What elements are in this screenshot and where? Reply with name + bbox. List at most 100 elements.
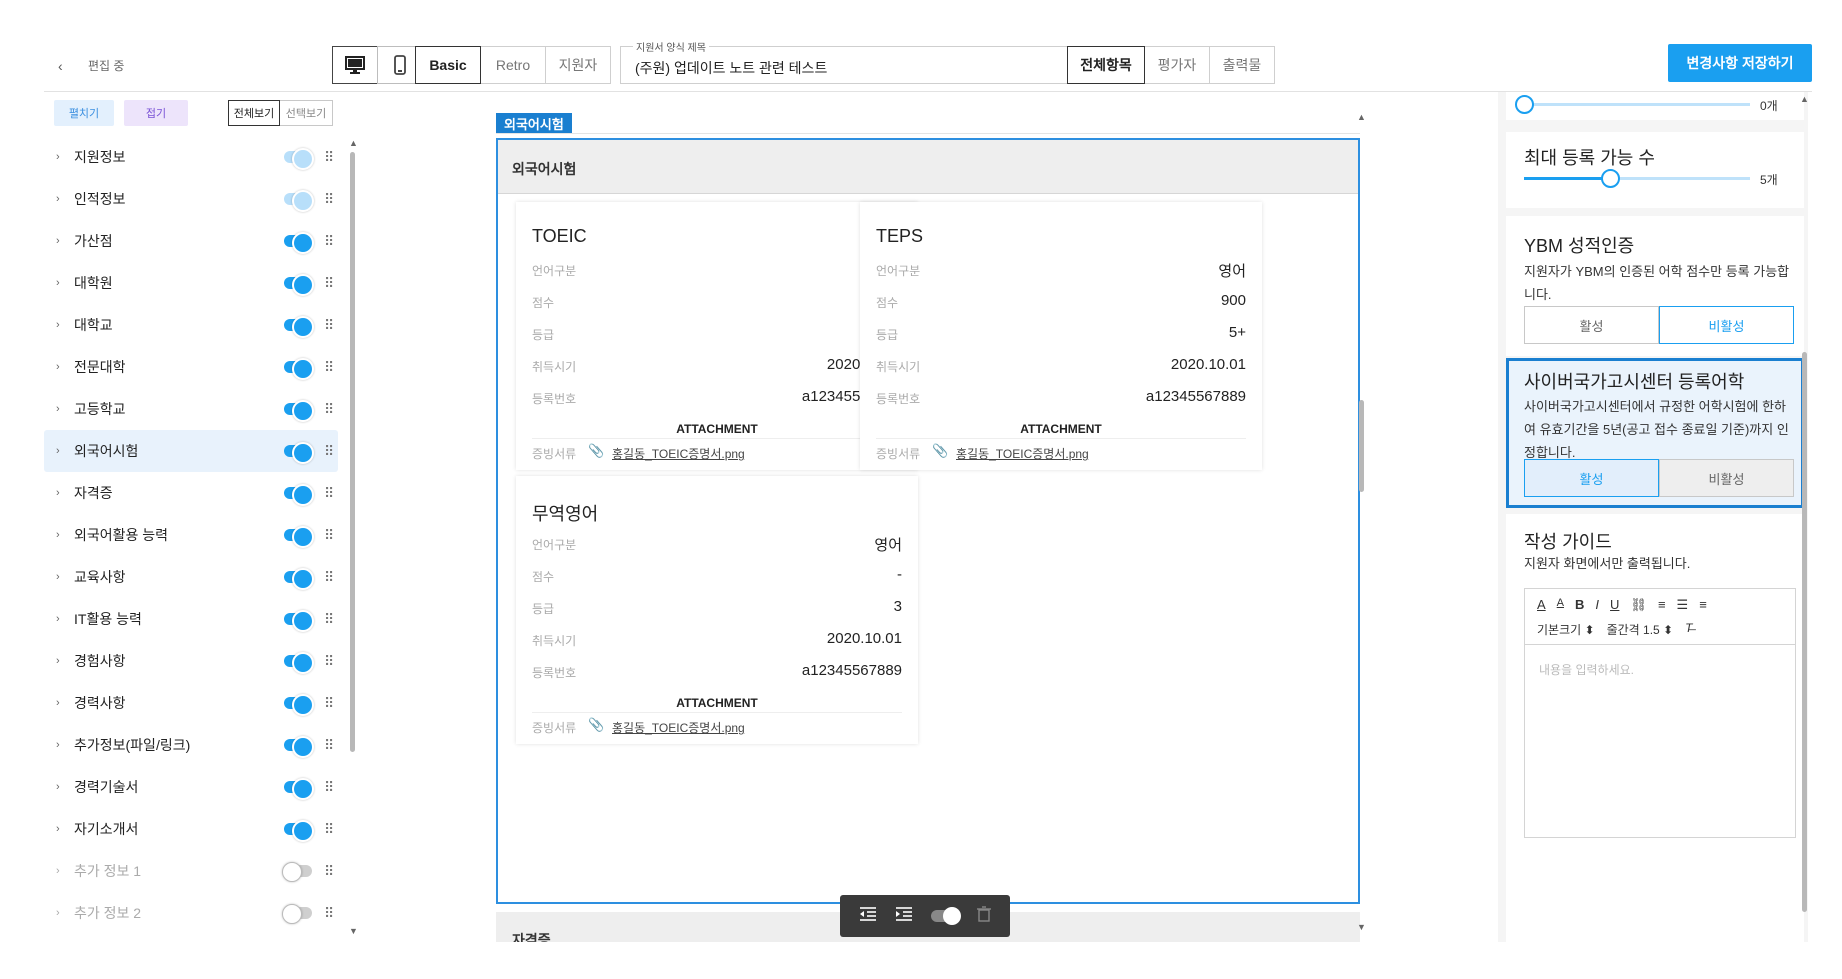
scroll-down-icon[interactable]: ▼ (1357, 922, 1366, 932)
chevron-right-icon[interactable]: › (56, 613, 60, 625)
drag-handle-icon[interactable]: ⠿ (324, 275, 334, 292)
sidebar-item[interactable]: › 자기소개서 ⠿ (44, 808, 338, 850)
sidebar-item[interactable]: › 대학원 ⠿ (44, 262, 338, 304)
sidebar-item[interactable]: › 가산점 ⠿ (44, 220, 338, 262)
visibility-toggle[interactable] (284, 694, 314, 716)
drag-handle-icon[interactable]: ⠿ (324, 443, 334, 460)
visibility-toggle[interactable] (282, 862, 312, 882)
guide-editor[interactable]: A A B I U ⛓ ≡ ☰ ≡ 기본크기 ⬍ 줄간격 1.5 ⬍ T̶ 내용… (1524, 588, 1796, 838)
bold-icon[interactable]: B (1575, 597, 1584, 613)
chevron-right-icon[interactable]: › (56, 907, 60, 919)
drag-handle-icon[interactable]: ⠿ (324, 485, 334, 502)
attachment-file-link[interactable]: 홍길동_TOEIC증명서.png (612, 445, 745, 462)
visibility-toggle[interactable] (282, 904, 312, 924)
sidebar-item[interactable]: › 경력사항 ⠿ (44, 682, 338, 724)
clear-format-icon[interactable]: T̶ (1685, 621, 1692, 638)
sidebar-item[interactable]: › 대학교 ⠿ (44, 304, 338, 346)
drag-handle-icon[interactable]: ⠿ (324, 653, 334, 670)
chevron-right-icon[interactable]: › (56, 697, 60, 709)
scroll-up-icon[interactable]: ▲ (349, 138, 358, 148)
expand-all-button[interactable]: 펼치기 (54, 100, 114, 126)
drag-handle-icon[interactable]: ⠿ (324, 695, 334, 712)
chevron-right-icon[interactable]: › (56, 865, 60, 877)
chevron-right-icon[interactable]: › (56, 403, 60, 415)
center-scroll-thumb[interactable] (1359, 400, 1364, 492)
exam-card[interactable]: 무역영어 언어구분 영어 점수 - 등급 3 취득시기 2020.10.01 등록번호 a12345… (516, 476, 918, 744)
view-all-button[interactable]: 전체보기 (228, 100, 280, 126)
sidebar-item[interactable]: › 인적정보 ⠿ (44, 178, 338, 220)
ybm-on-button[interactable]: 활성 (1524, 306, 1659, 344)
visibility-toggle[interactable] (284, 568, 314, 590)
drag-handle-icon[interactable]: ⠿ (324, 149, 334, 166)
sidebar-scroll-thumb[interactable] (350, 152, 355, 752)
editor-placeholder[interactable]: 내용을 입력하세요. (1539, 661, 1634, 678)
chevron-right-icon[interactable]: › (56, 781, 60, 793)
cyber-off-button[interactable]: 비활성 (1659, 459, 1794, 497)
drag-handle-icon[interactable]: ⠿ (324, 233, 334, 250)
visibility-toggle[interactable] (284, 316, 314, 338)
chevron-right-icon[interactable]: › (56, 277, 60, 289)
chevron-right-icon[interactable]: › (56, 571, 60, 583)
visibility-toggle[interactable] (284, 190, 314, 212)
min-count-slider[interactable] (1515, 95, 1750, 114)
indent-decrease-icon[interactable] (859, 906, 877, 927)
visibility-toggle[interactable] (284, 148, 314, 170)
visibility-toggle[interactable] (284, 484, 314, 506)
sidebar-item[interactable]: › 경력기술서 ⠿ (44, 766, 338, 808)
drag-handle-icon[interactable]: ⠿ (324, 905, 334, 922)
drag-handle-icon[interactable]: ⠿ (324, 401, 334, 418)
visibility-toggle[interactable] (284, 274, 314, 296)
attachment-file-link[interactable]: 홍길동_TOEIC증명서.png (956, 445, 1089, 462)
view-all-items[interactable]: 전체항목 (1067, 46, 1145, 84)
sidebar-item[interactable]: › 자격증 ⠿ (44, 472, 338, 514)
sidebar-scrollbar[interactable]: ▲ ▼ (349, 138, 358, 936)
font-size-select[interactable]: 기본크기 ⬍ (1537, 621, 1595, 638)
visibility-toggle-icon[interactable] (931, 907, 961, 925)
visibility-toggle[interactable] (284, 526, 314, 548)
exam-card[interactable]: TOEIC 언어구분영어점수900 등급- 취득시기2020.10.01 등록번호a12… (516, 202, 918, 470)
chevron-right-icon[interactable]: › (56, 823, 60, 835)
ordered-list-icon[interactable]: ≡ (1658, 597, 1666, 613)
drag-handle-icon[interactable]: ⠿ (324, 863, 334, 880)
chevron-right-icon[interactable]: › (56, 193, 60, 205)
template-basic[interactable]: Basic (415, 46, 481, 84)
view-output[interactable]: 출력물 (1209, 46, 1275, 84)
template-retro[interactable]: Retro (480, 46, 546, 84)
chevron-right-icon[interactable]: › (56, 487, 60, 499)
visibility-toggle[interactable] (284, 736, 314, 758)
scroll-down-icon[interactable]: ▼ (349, 926, 358, 936)
sidebar-item[interactable]: › 추가 정보 1 ⠿ (44, 850, 338, 892)
font-color-icon[interactable]: A (1537, 597, 1546, 613)
chevron-left-icon[interactable]: ‹ (58, 58, 72, 74)
drag-handle-icon[interactable]: ⠿ (324, 317, 334, 334)
collapse-all-button[interactable]: 접기 (124, 100, 188, 126)
cyber-on-button[interactable]: 활성 (1524, 459, 1659, 497)
settings-scrollbar[interactable]: ▲ (1800, 92, 1809, 942)
sidebar-item[interactable]: › 추가 정보 2 ⠿ (44, 892, 338, 934)
drag-handle-icon[interactable]: ⠿ (324, 527, 334, 544)
scroll-up-icon[interactable]: ▲ (1800, 94, 1809, 104)
section-panel[interactable]: 외국어시험 TOEIC언어구분영어점수900등급-취득시기2020.10.01등… (496, 138, 1360, 904)
highlight-icon[interactable]: A (1557, 597, 1564, 613)
view-evaluator[interactable]: 평가자 (1144, 46, 1210, 84)
chevron-right-icon[interactable]: › (56, 739, 60, 751)
section-tag[interactable]: 외국어시험 (496, 113, 572, 134)
align-icon[interactable]: ≡ (1699, 597, 1707, 613)
drag-handle-icon[interactable]: ⠿ (324, 611, 334, 628)
attachment-file-link[interactable]: 홍길동_TOEIC증명서.png (612, 719, 745, 736)
save-changes-button[interactable]: 변경사항 저장하기 (1668, 44, 1812, 82)
chevron-right-icon[interactable]: › (56, 529, 60, 541)
drag-handle-icon[interactable]: ⠿ (324, 821, 334, 838)
form-title-input[interactable]: (주원) 업데이트 노트 관련 테스트 (635, 58, 827, 78)
sidebar-item[interactable]: › 고등학교 ⠿ (44, 388, 338, 430)
view-selected-button[interactable]: 선택보기 (279, 100, 333, 126)
visibility-toggle[interactable] (284, 610, 314, 632)
drag-handle-icon[interactable]: ⠿ (324, 569, 334, 586)
bullet-list-icon[interactable]: ☰ (1677, 597, 1689, 613)
drag-handle-icon[interactable]: ⠿ (324, 191, 334, 208)
line-height-select[interactable]: 줄간격 1.5 ⬍ (1607, 621, 1674, 638)
visibility-toggle[interactable] (284, 358, 314, 380)
sidebar-item[interactable]: › 외국어시험 ⠿ (44, 430, 338, 472)
exam-card[interactable]: TEPS 언어구분 영어 점수 900 등급 5+ 취득시기 2020.10.01 등록번호 a12… (860, 202, 1262, 470)
sidebar-item[interactable]: › 지원정보 ⠿ (44, 136, 338, 178)
